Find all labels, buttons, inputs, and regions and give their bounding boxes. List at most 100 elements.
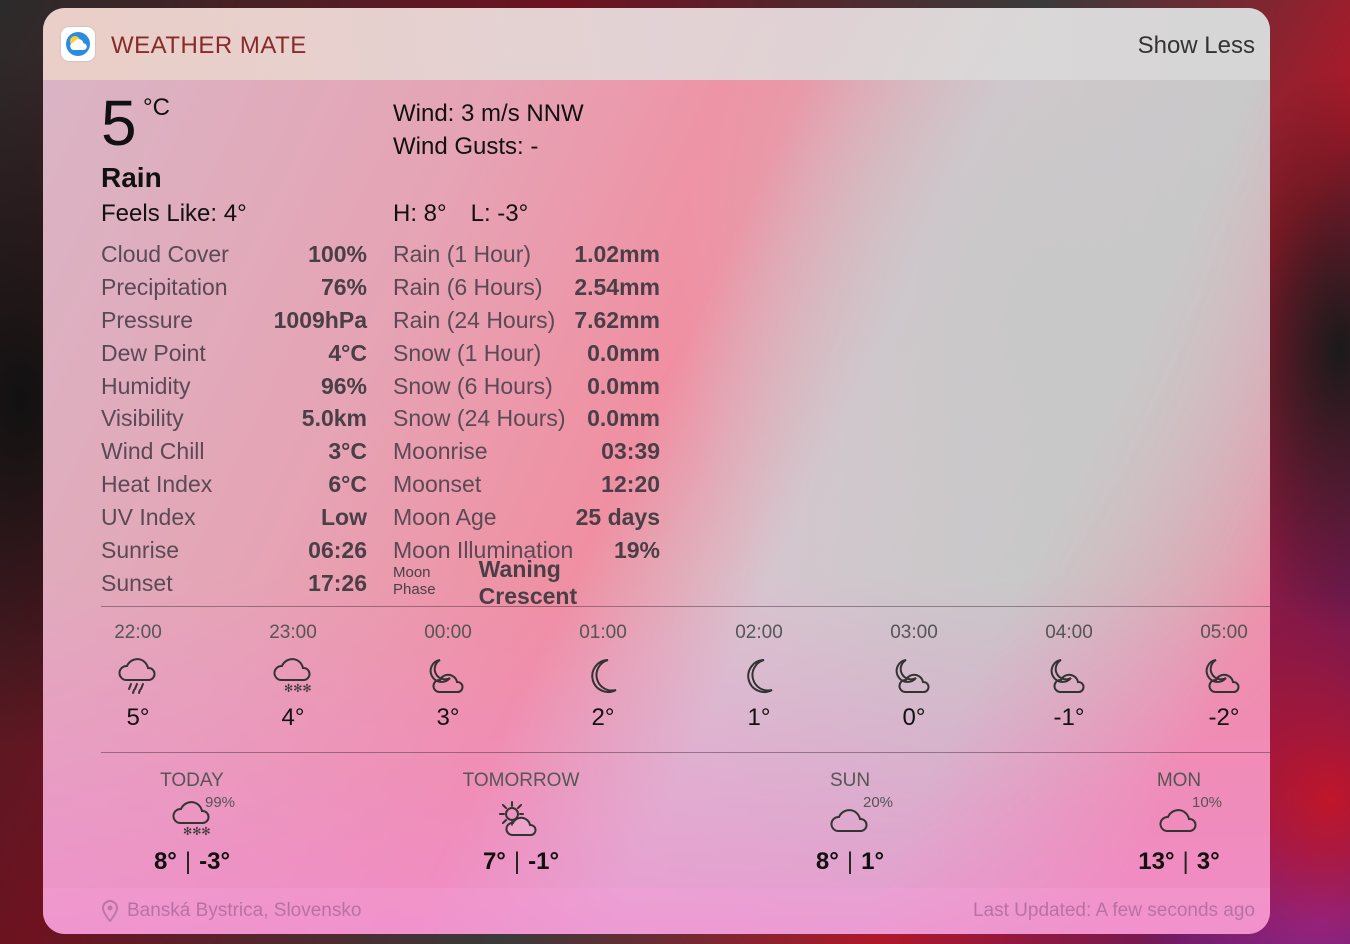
stat-label: UV Index	[101, 504, 196, 531]
stat-value: 12:20	[601, 471, 660, 498]
stat-value: 7.62mm	[574, 306, 660, 333]
stat-row: Wind Chill 3°C	[101, 435, 367, 468]
stat-value: 03:39	[601, 438, 660, 465]
stat-label: Snow (1 Hour)	[393, 339, 542, 366]
moon-cloud-icon	[1174, 650, 1270, 702]
stat-label: Sunset	[101, 569, 173, 596]
stat-row: Snow (1 Hour) 0.0mm	[393, 337, 660, 370]
hourly-item: 01:00 2°	[553, 622, 653, 732]
range-separator: |	[1182, 848, 1189, 875]
day-low: -3°	[199, 848, 231, 875]
stat-value: 25 days	[575, 504, 660, 531]
moon-phase-label: Moon Phase	[393, 564, 436, 599]
stat-value: 17:26	[308, 569, 367, 596]
low-temp: L: -3°	[470, 200, 529, 227]
stat-value: 76%	[320, 273, 367, 300]
stat-value: 4°C	[328, 339, 367, 366]
stat-row: Pressure 1009hPa	[101, 304, 367, 337]
stat-label: Moon Age	[393, 504, 497, 531]
day-name: SUN	[829, 770, 871, 791]
stat-row: Moonrise 03:39	[393, 435, 660, 468]
stat-value: 0.0mm	[587, 372, 660, 399]
stat-row: Heat Index 6°C	[101, 468, 367, 501]
stat-label: Dew Point	[101, 339, 206, 366]
stat-value: 96%	[320, 372, 367, 399]
current-temperature: 5	[101, 87, 137, 159]
hourly-time: 03:00	[890, 622, 938, 643]
moon-phase-row: Moon Phase Waning Crescent	[393, 556, 660, 609]
hourly-time: 05:00	[1200, 622, 1248, 643]
stats-right-list: Rain (1 Hour) 1.02mm Rain (6 Hours) 2.54mm…	[393, 238, 660, 609]
hourly-time: 04:00	[1045, 622, 1093, 643]
stat-label: Moonrise	[393, 438, 488, 465]
hourly-temp: 0°	[902, 704, 926, 731]
day-name: TODAY	[160, 770, 224, 791]
stat-label: Sunrise	[101, 536, 179, 563]
stat-label: Pressure	[101, 306, 194, 333]
stat-row: Visibility 5.0km	[101, 402, 367, 435]
day-range: 8° | 1°	[760, 848, 940, 876]
hourly-temp: -2°	[1208, 704, 1240, 731]
hourly-time: 23:00	[269, 622, 317, 643]
moon-cloud-icon	[1019, 650, 1119, 702]
stat-row: Cloud Cover 100%	[101, 238, 367, 271]
divider-daily	[101, 752, 1270, 753]
stat-value: 1009hPa	[273, 306, 367, 333]
hourly-item: 23:00 ✻✻✻ 4°	[243, 622, 343, 732]
stat-value: 2.54mm	[574, 273, 660, 300]
stat-row: Snow (24 Hours) 0.0mm	[393, 402, 660, 435]
stat-row: Rain (24 Hours) 7.62mm	[393, 304, 660, 337]
current-condition: Rain	[101, 162, 162, 193]
high-temp: H: 8°	[393, 200, 447, 227]
stat-label: Heat Index	[101, 471, 213, 498]
cloud-snow-icon: ✻✻✻	[243, 650, 343, 702]
stat-value: 0.0mm	[587, 339, 660, 366]
stat-row: Precipitation 76%	[101, 271, 367, 304]
stat-row: Snow (6 Hours) 0.0mm	[393, 370, 660, 403]
precip-chance: 10%	[1192, 794, 1223, 811]
hourly-temp: 3°	[436, 704, 460, 731]
stat-label: Cloud Cover	[101, 240, 229, 267]
stat-label: Visibility	[101, 405, 184, 432]
stat-row: Moon Age 25 days	[393, 501, 660, 534]
temperature-unit: °C	[143, 94, 170, 121]
hourly-item: 02:00 1°	[709, 622, 809, 732]
weather-widget: WEATHER MATE Show Less 5 °C Rain Feels L…	[43, 8, 1270, 934]
stat-label: Rain (6 Hours)	[393, 273, 543, 300]
moon-icon	[709, 650, 809, 702]
day-high: 8°	[153, 848, 177, 875]
moon-cloud-icon	[398, 650, 498, 702]
stat-row: Moonset 12:20	[393, 468, 660, 501]
day-high: 13°	[1138, 848, 1175, 875]
precip-chance: 99%	[205, 794, 236, 811]
stat-value: 6°C	[328, 471, 367, 498]
range-separator: |	[846, 848, 854, 875]
stat-row: Dew Point 4°C	[101, 337, 367, 370]
wind: Wind: 3 m/s NNW	[393, 100, 584, 127]
daily-item: SUN 20% 8° | 1°	[760, 770, 940, 876]
moon-icon	[553, 650, 653, 702]
stat-value: 5.0km	[301, 405, 367, 432]
feels-like: Feels Like: 4°	[101, 200, 247, 227]
cloud-rain-icon	[88, 650, 188, 702]
moon-phase-value: Waning Crescent	[478, 556, 578, 610]
stat-value: 06:26	[308, 536, 367, 563]
daily-item: MON 10% 13° | 3°	[1089, 770, 1269, 876]
stat-label: Humidity	[101, 372, 191, 399]
stat-row: Sunset 17:26	[101, 567, 367, 600]
divider-hourly	[101, 606, 1270, 607]
svg-text:✻✻✻: ✻✻✻	[183, 825, 211, 838]
stat-row: Humidity 96%	[101, 370, 367, 403]
day-range: 7° | -1°	[431, 848, 611, 876]
stat-label: Precipitation	[101, 273, 228, 300]
day-low: -1°	[528, 848, 560, 875]
stats-left-list: Cloud Cover 100% Precipitation 76% Pressur…	[101, 238, 367, 600]
stat-value: 100%	[308, 240, 367, 267]
hourly-item: 00:00 3°	[398, 622, 498, 732]
range-separator: |	[513, 848, 521, 875]
day-name: TOMORROW	[462, 770, 580, 791]
range-separator: |	[184, 848, 192, 875]
moon-phase-group: Moon Phase Waning Crescent	[393, 556, 660, 610]
cloud-icon: 10%	[1089, 794, 1269, 842]
hourly-temp: -1°	[1053, 704, 1085, 731]
